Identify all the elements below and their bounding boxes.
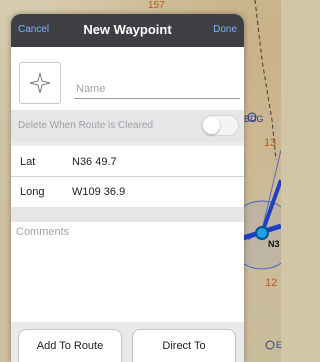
toggle-knob [203, 117, 220, 134]
section-gap [11, 142, 244, 146]
map-label-n3: N3 [268, 239, 280, 249]
done-button[interactable]: Done [213, 24, 237, 35]
star-outline-icon [29, 72, 51, 94]
name-input[interactable] [74, 80, 240, 99]
long-value[interactable]: W109 36.9 [72, 186, 125, 198]
map-label-bdg: BDG [244, 114, 264, 124]
coordinate-divider [11, 176, 244, 177]
direct-to-button[interactable]: Direct To [132, 329, 236, 362]
comments-separator [11, 207, 244, 222]
waypoint-marker[interactable] [255, 226, 269, 240]
airport-icon [265, 340, 275, 350]
lat-label: Lat [20, 156, 36, 168]
map-label-12: 12 [265, 277, 278, 289]
add-to-route-button[interactable]: Add To Route [18, 329, 122, 362]
waypoint-icon-picker[interactable] [19, 62, 61, 104]
comments-field[interactable] [11, 222, 244, 322]
airspace-boundary [254, 0, 277, 161]
delete-when-cleared-label: Delete When Route is Cleared [18, 120, 154, 131]
lat-value[interactable]: N36 49.7 [72, 156, 117, 168]
map-label-top-number: 157 [148, 0, 165, 11]
new-waypoint-panel: Cancel New Waypoint Done Delete When Rou… [11, 14, 244, 362]
long-label: Long [20, 186, 45, 198]
map-label-bottom-e: E [276, 340, 283, 350]
map-label-13: 13 [264, 137, 277, 149]
panel-title: New Waypoint [83, 22, 172, 37]
delete-when-cleared-toggle[interactable] [201, 115, 239, 136]
navigation-bar: Cancel New Waypoint Done [11, 14, 244, 47]
